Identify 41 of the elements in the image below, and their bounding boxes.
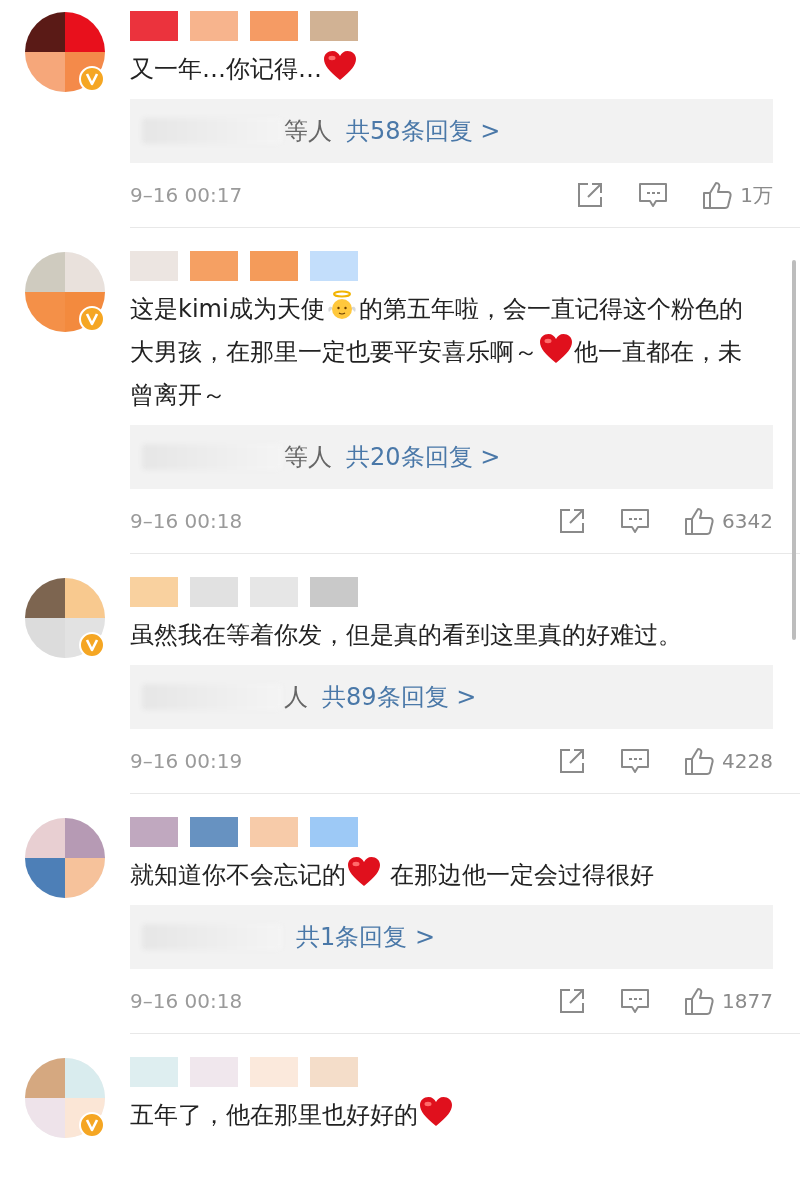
reply-users-text: 等人 — [284, 442, 332, 473]
like-button[interactable]: 6342 — [684, 506, 773, 536]
thumbs-up-icon[interactable] — [684, 746, 715, 776]
reply-users-text: 等人 — [284, 116, 332, 147]
comment-text: 就知道你不会忘记的 在那边他一定会过得很好 — [130, 854, 800, 897]
comment-text: 又一年…你记得… — [130, 48, 800, 91]
heart-icon — [419, 1096, 453, 1128]
like-button[interactable]: 4228 — [684, 746, 773, 776]
comment-time: 9–16 00:17 — [130, 183, 243, 207]
comment-time: 9–16 00:18 — [130, 989, 243, 1013]
share-icon[interactable] — [558, 507, 587, 535]
share-icon[interactable] — [558, 987, 587, 1015]
comment-text: 这是kimi成为天使 的第五年啦，会一直记得这个粉色的大男孩，在那里一定也要平安喜乐啊～ 他一直都在，未曾离开～ — [130, 288, 800, 417]
thumbs-up-icon[interactable] — [684, 506, 715, 536]
heart-icon — [539, 333, 573, 365]
reply-users-text: 人 — [284, 682, 308, 713]
replies-preview[interactable]: 人 共89条回复 > — [130, 665, 773, 729]
comment-time: 9–16 00:19 — [130, 749, 243, 773]
view-replies-link[interactable]: 共1条回复 > — [296, 921, 435, 953]
comment-time: 9–16 00:18 — [130, 509, 243, 533]
angel-icon — [325, 290, 358, 322]
comment-icon[interactable] — [638, 181, 669, 209]
replies-preview[interactable]: 等人 共20条回复 > — [130, 425, 773, 489]
view-replies-link[interactable]: 共58条回复 > — [346, 115, 501, 147]
thumbs-up-icon[interactable] — [684, 986, 715, 1016]
comment-text: 虽然我在等着你发，但是真的看到这里真的好难过。 — [130, 620, 683, 651]
heart-icon — [323, 50, 357, 82]
thumbs-up-icon[interactable] — [702, 180, 733, 210]
view-replies-link[interactable]: 共20条回复 > — [346, 441, 501, 473]
replies-preview[interactable]: 等人 共58条回复 > — [130, 99, 773, 163]
comment-icon[interactable] — [620, 747, 651, 775]
heart-icon — [347, 856, 381, 888]
like-button[interactable]: 1877 — [684, 986, 773, 1016]
share-icon[interactable] — [576, 181, 605, 209]
like-button[interactable]: 1万 — [702, 180, 773, 210]
replies-preview[interactable]: 共1条回复 > — [130, 905, 773, 969]
view-replies-link[interactable]: 共89条回复 > — [322, 681, 477, 713]
comment-icon[interactable] — [620, 507, 651, 535]
comment-text: 五年了，他在那里也好好的 — [130, 1094, 800, 1137]
share-icon[interactable] — [558, 747, 587, 775]
comment-icon[interactable] — [620, 987, 651, 1015]
